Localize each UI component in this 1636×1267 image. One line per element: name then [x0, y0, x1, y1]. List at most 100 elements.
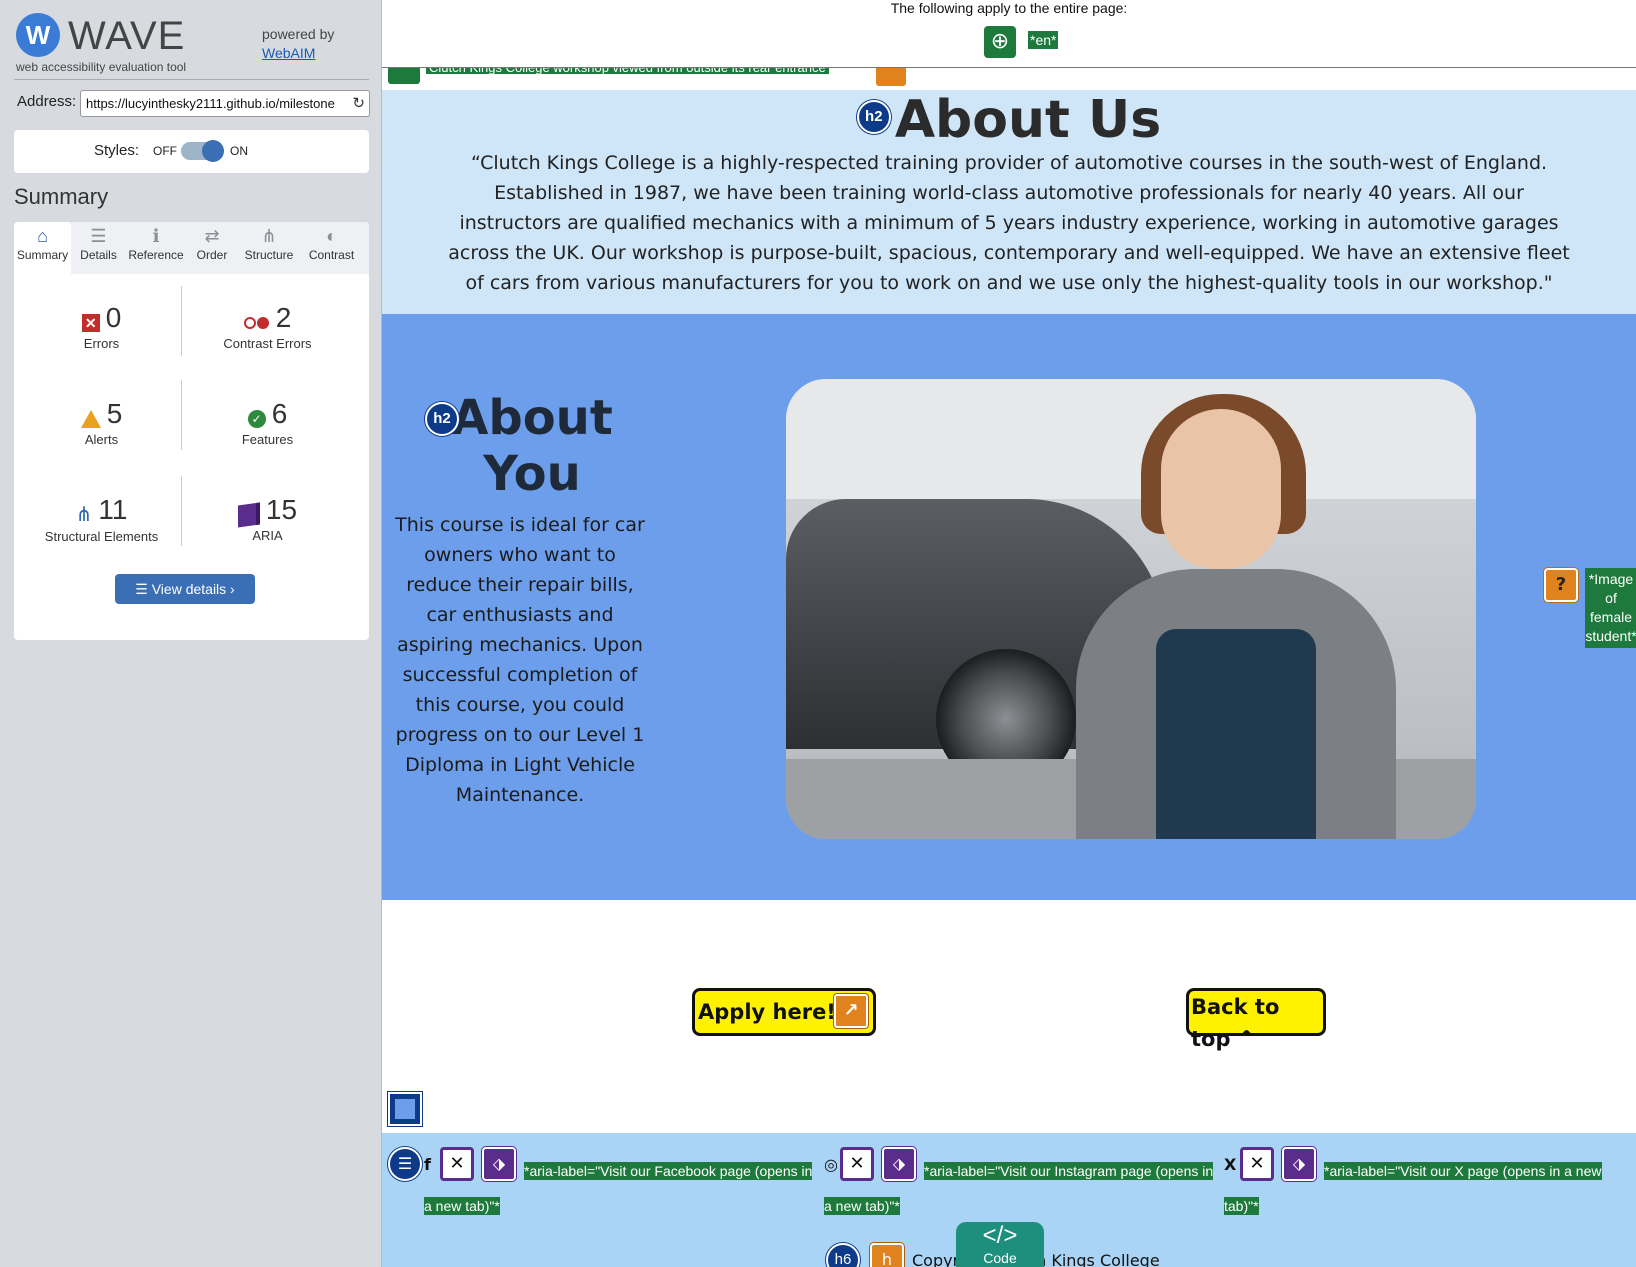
- stat-features[interactable]: ✓ 6 Features: [180, 398, 355, 447]
- powered-by-label: powered by: [262, 26, 335, 42]
- broken-link-icon[interactable]: ✕: [840, 1147, 874, 1181]
- h2-badge-icon[interactable]: h2: [425, 402, 459, 436]
- stat-contrast-errors[interactable]: 2 Contrast Errors: [180, 302, 355, 351]
- webaim-link[interactable]: WebAIM: [262, 45, 315, 61]
- styles-toggle-card: Styles: OFF ON: [14, 130, 369, 173]
- alert-icon: [80, 409, 101, 428]
- order-icon: ⇄: [204, 226, 220, 246]
- aria-label: ARIA: [252, 528, 283, 543]
- tab-label: Summary: [16, 248, 69, 262]
- h6-badge-icon[interactable]: h6: [826, 1243, 860, 1267]
- back-to-top-button[interactable]: Back to top ^: [1186, 988, 1326, 1051]
- language-tag[interactable]: *en*: [1028, 31, 1059, 49]
- refresh-icon[interactable]: ↻: [349, 91, 365, 116]
- stat-errors[interactable]: ✕ 0 Errors: [14, 302, 189, 351]
- tab-label: Contrast: [308, 248, 355, 262]
- evaluated-page: The following apply to the entire page: …: [382, 0, 1636, 1267]
- tab-order[interactable]: ⇄ Order: [186, 222, 238, 274]
- errors-label: Errors: [83, 336, 120, 351]
- tab-reference[interactable]: ℹ Reference: [126, 222, 186, 274]
- aria-tag-icon[interactable]: ⬗: [482, 1147, 516, 1181]
- about-you-text: This course is ideal for car owners who …: [395, 514, 645, 806]
- female-student-image: [786, 379, 1476, 839]
- about-us-heading: h2 About Us: [382, 90, 1636, 150]
- features-label: Features: [241, 432, 294, 447]
- stat-alerts[interactable]: 5 Alerts: [14, 398, 189, 447]
- external-link-alert-icon[interactable]: ↗: [834, 994, 868, 1028]
- tab-contrast[interactable]: ◐ Contrast: [300, 222, 363, 274]
- contrast-errors-label: Contrast Errors: [223, 336, 312, 351]
- global-notice-bar: The following apply to the entire page: …: [382, 0, 1636, 68]
- feature-icon: ✓: [247, 409, 266, 428]
- view-details-button[interactable]: ☰ View details ›: [115, 574, 255, 604]
- panel-tabs: ⌂ Summary ☰ Details ℹ Reference ⇄ Order …: [14, 222, 369, 274]
- about-you-section: h2 About You This course is ideal for ca…: [382, 314, 1636, 900]
- stat-aria[interactable]: 15 ARIA: [180, 494, 355, 543]
- view-details-label: View details ›: [151, 581, 235, 597]
- globe-icon[interactable]: ⊕: [984, 26, 1016, 58]
- toggle-knob: [202, 140, 224, 162]
- about-us-text: “Clutch Kings College is a highly-respec…: [448, 152, 1570, 294]
- structural-count: 11: [98, 494, 128, 525]
- contrast-error-icon: [243, 316, 270, 330]
- alerts-count: 5: [106, 398, 123, 429]
- address-label: Address:: [17, 93, 77, 110]
- tab-details[interactable]: ☰ Details: [71, 222, 126, 274]
- photo-wall: [786, 379, 1476, 499]
- back-to-top-label: Back to top ^: [1191, 995, 1280, 1051]
- wave-tagline: web accessibility evaluation tool: [16, 60, 187, 74]
- photo-overalls: [1156, 629, 1316, 839]
- contrast-errors-count: 2: [275, 302, 292, 333]
- tab-label: Order: [196, 248, 228, 262]
- footer-landmark-icon[interactable]: [388, 1092, 422, 1126]
- aria-count: 15: [265, 494, 298, 525]
- code-label: Code: [983, 1250, 1017, 1266]
- wave-logo-icon: W: [16, 13, 60, 57]
- tab-label: Details: [80, 248, 117, 262]
- structure-icon: ⋔: [75, 504, 93, 527]
- image-alt-text: *Image of female student*: [1585, 568, 1636, 648]
- instagram-icon: ◎: [824, 1155, 838, 1174]
- broken-link-icon[interactable]: ✕: [440, 1147, 474, 1181]
- address-input[interactable]: https://lucyinthesky2111.github.io/miles…: [80, 90, 370, 117]
- about-us-section: h2 About Us “Clutch Kings College is a hi…: [382, 90, 1636, 314]
- aria-tag-icon[interactable]: ⬗: [882, 1147, 916, 1181]
- suspicious-alt-alert-icon[interactable]: ?: [1544, 568, 1578, 602]
- styles-on-label: ON: [230, 144, 248, 158]
- aria-tag-icon[interactable]: ⬗: [1282, 1147, 1316, 1181]
- wave-sidebar: W WAVE web accessibility evaluation tool…: [0, 0, 382, 1267]
- about-you-title: About You: [451, 390, 613, 502]
- list-icon: ☰: [90, 226, 107, 246]
- about-us-title: About Us: [894, 90, 1162, 150]
- apply-here-button[interactable]: Apply here! > ↗: [692, 988, 876, 1036]
- list-icon[interactable]: ☰: [388, 1147, 422, 1181]
- wave-logo: W WAVE web accessibility evaluation tool…: [14, 10, 370, 78]
- structural-label: Structural Elements: [44, 529, 159, 545]
- summary-heading: Summary: [14, 184, 109, 209]
- stat-structural[interactable]: ⋔ 11 Structural Elements: [14, 494, 189, 544]
- list-icon: ☰: [135, 581, 152, 597]
- broken-link-icon[interactable]: ✕: [1240, 1147, 1274, 1181]
- info-icon: ℹ: [152, 226, 160, 246]
- features-count: 6: [271, 398, 288, 429]
- tab-label: Reference: [128, 248, 184, 262]
- heading-alert-icon[interactable]: h: [870, 1243, 904, 1267]
- summary-panel: ⌂ Summary ☰ Details ℹ Reference ⇄ Order …: [14, 222, 369, 640]
- tab-structure[interactable]: ⋔ Structure: [238, 222, 300, 274]
- alerts-label: Alerts: [84, 432, 119, 447]
- tab-summary[interactable]: ⌂ Summary: [14, 222, 71, 274]
- styles-toggle[interactable]: [181, 140, 224, 162]
- address-value: https://lucyinthesky2111.github.io/miles…: [86, 96, 335, 111]
- styles-label: Styles:: [94, 142, 140, 159]
- code-toggle-button[interactable]: </> Code: [956, 1222, 1044, 1267]
- aria-icon: [237, 502, 260, 528]
- code-icon: </>: [982, 1222, 1018, 1249]
- errors-count: 0: [105, 302, 122, 333]
- h2-badge-icon[interactable]: h2: [856, 100, 891, 134]
- structure-icon: ⋔: [261, 226, 277, 246]
- sidebar-divider: [14, 79, 369, 80]
- photo-face: [1161, 409, 1281, 569]
- wave-logo-word: WAVE: [68, 14, 186, 58]
- contrast-icon: ◐: [326, 226, 337, 246]
- home-icon: ⌂: [37, 226, 48, 246]
